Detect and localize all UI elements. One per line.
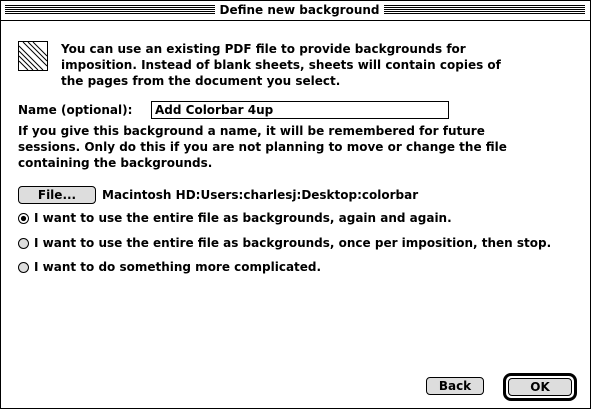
title-stripes-right	[384, 5, 585, 15]
intro-line-2: imposition. Instead of blank sheets, she…	[61, 58, 501, 72]
title-bar[interactable]: Define new background	[1, 1, 590, 21]
title-stripes-left	[5, 5, 215, 15]
back-button[interactable]: Back	[426, 377, 484, 395]
radio-option-3[interactable]	[18, 262, 29, 273]
name-label: Name (optional):	[18, 103, 133, 117]
intro-line-1: You can use an existing PDF file to prov…	[61, 42, 466, 56]
document-icon	[18, 41, 48, 71]
intro-line-3: the pages from the document you select.	[61, 74, 341, 88]
radio-option-2[interactable]	[18, 238, 29, 249]
file-path: Macintosh HD:Users:charlesj:Desktop:colo…	[102, 188, 419, 202]
file-button[interactable]: File...	[18, 186, 96, 204]
ok-button[interactable]: OK	[508, 378, 572, 396]
name-input[interactable]: Add Colorbar 4up	[151, 101, 449, 119]
option-1-label[interactable]: I want to use the entire file as backgro…	[34, 210, 452, 226]
dialog-window: Define new background You can use an exi…	[0, 0, 591, 409]
radio-option-1[interactable]	[18, 213, 29, 224]
window-title: Define new background	[215, 2, 384, 19]
explain-line-1: If you give this background a name, it w…	[18, 124, 485, 138]
option-3-label[interactable]: I want to do something more complicated.	[34, 259, 321, 275]
explain-line-3: containing the backgrounds.	[18, 156, 213, 170]
option-2-label[interactable]: I want to use the entire file as backgro…	[34, 235, 551, 251]
explain-line-2: sessions. Only do this if you are not pl…	[18, 140, 507, 154]
